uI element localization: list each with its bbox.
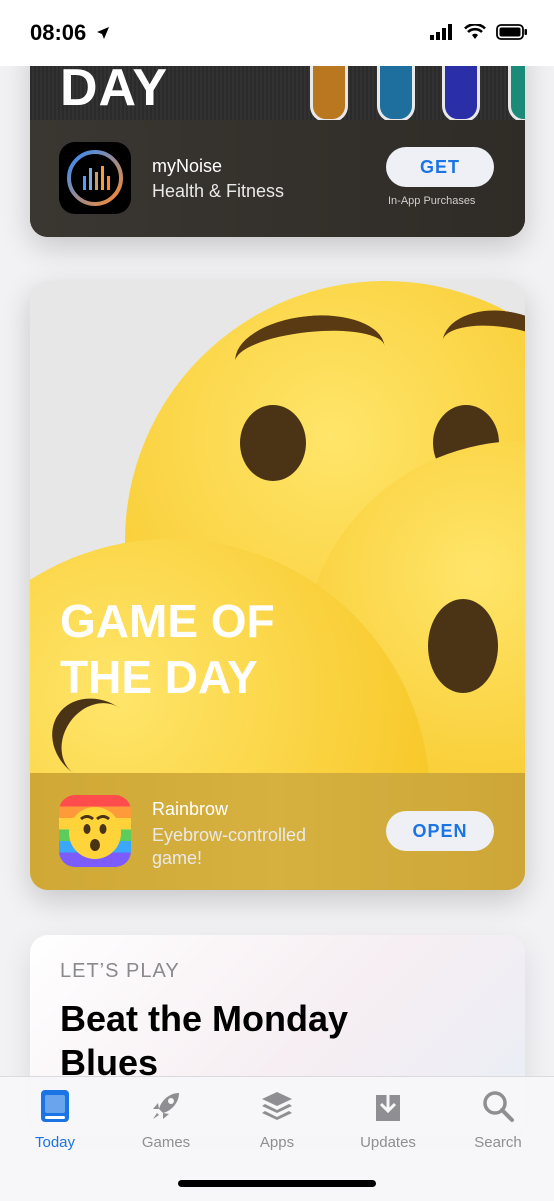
in-app-purchases-note: In-App Purchases bbox=[388, 195, 476, 207]
home-indicator bbox=[178, 1180, 376, 1187]
tab-search[interactable]: Search bbox=[448, 1089, 548, 1151]
tab-today[interactable]: Today bbox=[5, 1089, 105, 1151]
tab-label: Today bbox=[34, 1134, 76, 1151]
card-eyebrow: LET’S PLAY bbox=[60, 960, 180, 982]
search-icon bbox=[481, 1091, 515, 1127]
status-time: 08:06 bbox=[30, 20, 87, 45]
tab-updates[interactable]: Updates bbox=[338, 1089, 438, 1151]
app-row[interactable]: myNoise Health & Fitness GET In-App Purc… bbox=[30, 120, 525, 237]
eye-illustration bbox=[240, 405, 306, 481]
tab-label: Search bbox=[474, 1134, 522, 1151]
app-description: Eyebrow-controlled game! bbox=[152, 825, 307, 868]
card-title: DAY bbox=[60, 59, 169, 117]
rainbrow-app-icon bbox=[59, 795, 131, 867]
featured-app-card[interactable]: DAY myNoise Health & Fitness GET In-App … bbox=[30, 40, 525, 237]
tab-label: Updates bbox=[360, 1134, 416, 1151]
card-title: GAME OF THE DAY bbox=[60, 595, 275, 703]
card-title: Beat the Monday Blues bbox=[60, 998, 349, 1083]
wifi-icon bbox=[464, 23, 486, 45]
open-button[interactable]: OPEN bbox=[386, 811, 494, 851]
app-name: Rainbrow bbox=[152, 799, 229, 819]
today-icon bbox=[40, 1090, 70, 1127]
tab-label: Apps bbox=[259, 1134, 295, 1151]
mynoise-app-icon bbox=[59, 142, 131, 214]
app-category: Health & Fitness bbox=[152, 181, 285, 201]
tab-apps[interactable]: Apps bbox=[227, 1089, 327, 1151]
status-bar: 08:06 bbox=[0, 0, 554, 66]
game-of-the-day-card[interactable]: GAME OF THE DAY Rainbrow Eyebrow-control… bbox=[30, 281, 525, 890]
download-icon bbox=[372, 1091, 404, 1127]
tab-games[interactable]: Games bbox=[116, 1089, 216, 1151]
cellular-signal-icon bbox=[430, 24, 454, 45]
rocket-icon bbox=[149, 1093, 183, 1127]
app-name: myNoise bbox=[152, 156, 223, 176]
location-arrow-icon bbox=[96, 26, 110, 45]
eye-illustration bbox=[428, 599, 498, 693]
battery-icon bbox=[496, 24, 528, 45]
app-row[interactable]: Rainbrow Eyebrow-controlled game! OPEN bbox=[30, 773, 525, 890]
layers-icon bbox=[260, 1092, 294, 1127]
tab-label: Games bbox=[141, 1134, 191, 1151]
get-button[interactable]: GET bbox=[386, 147, 494, 187]
